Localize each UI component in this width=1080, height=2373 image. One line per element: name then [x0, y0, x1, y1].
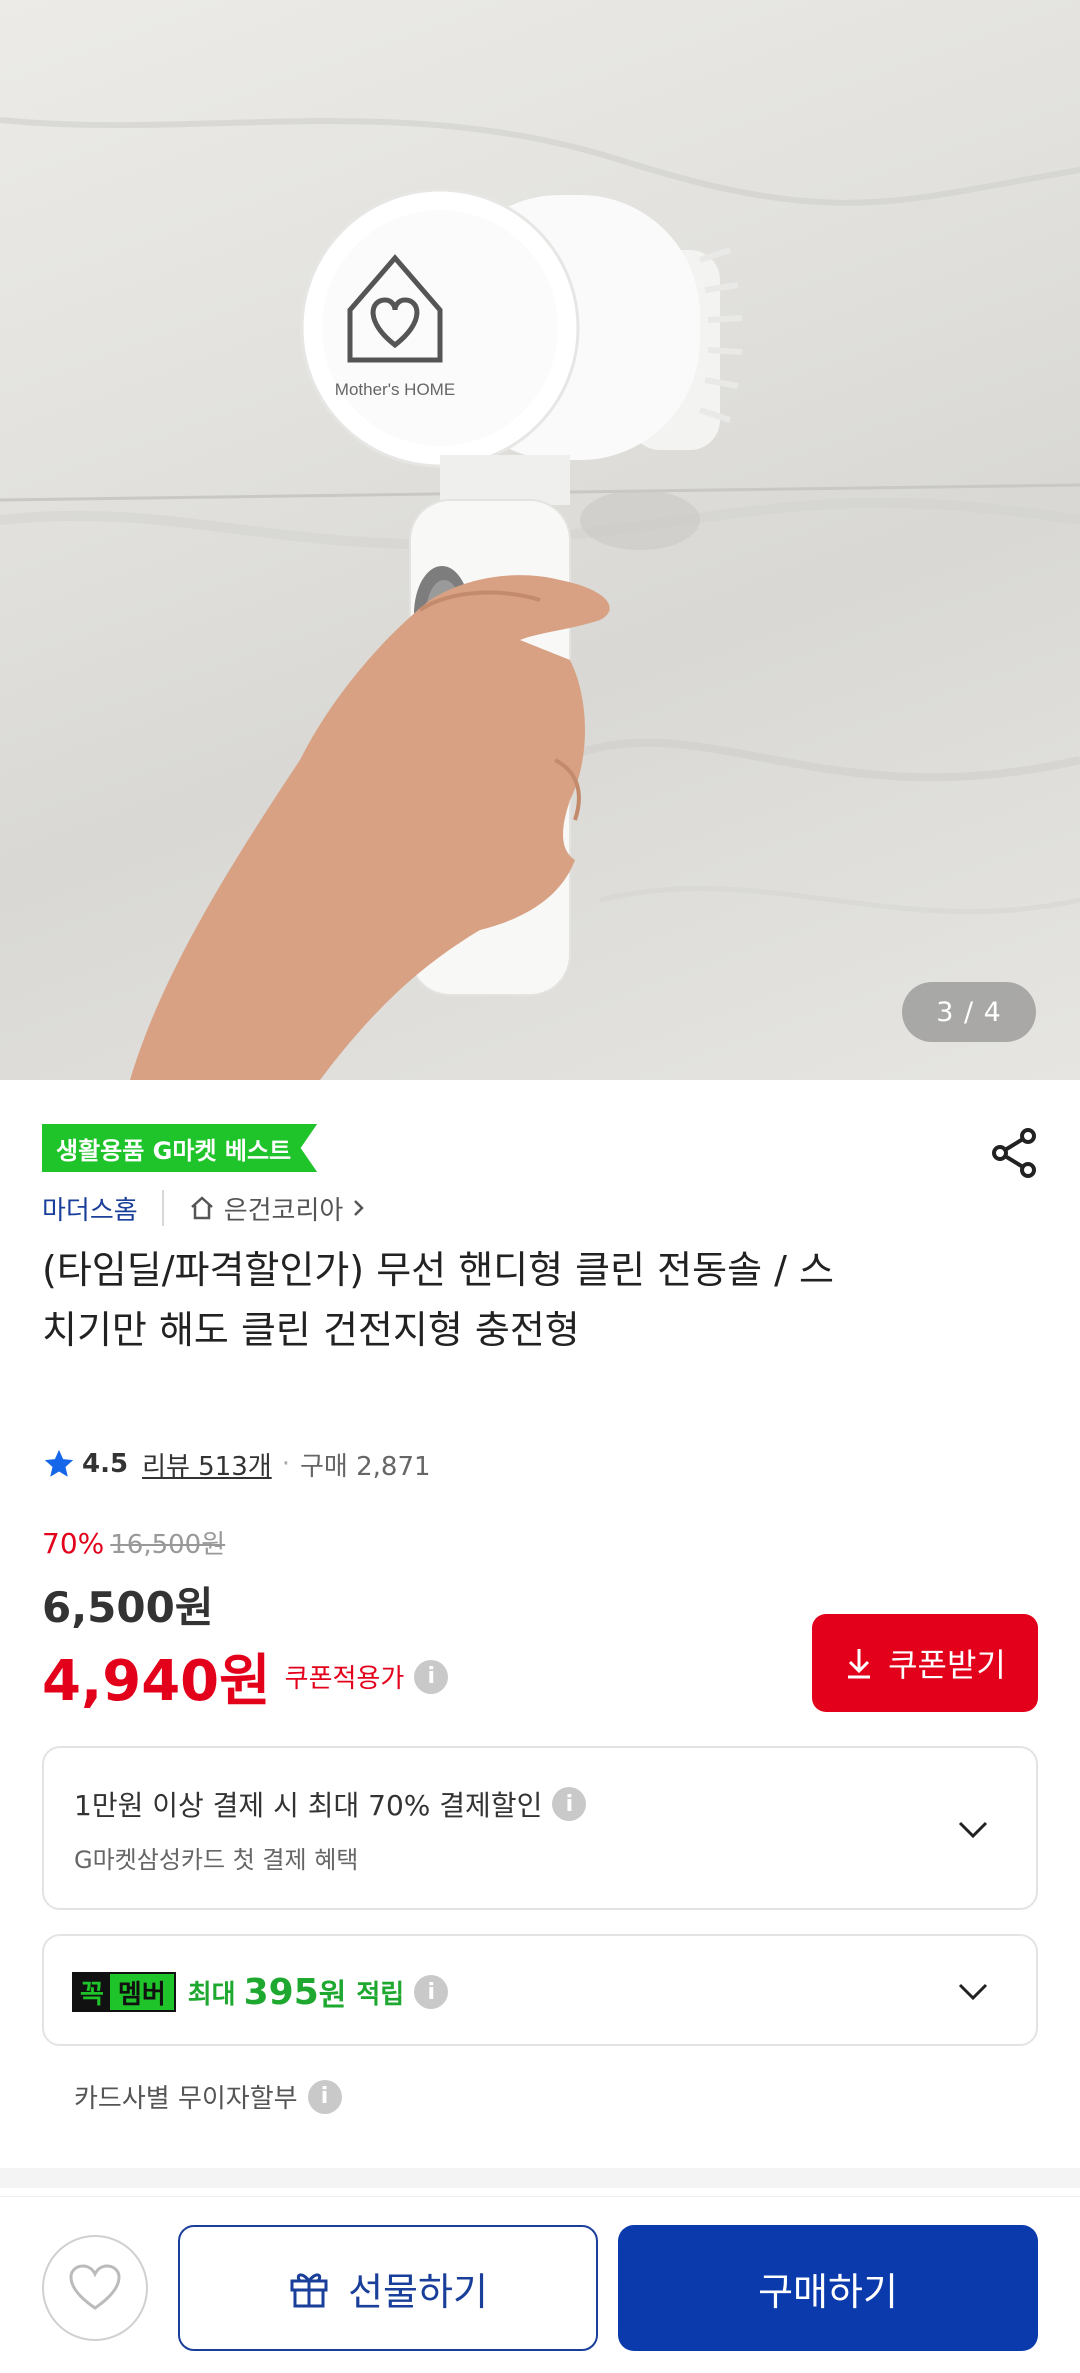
star-icon — [44, 1449, 74, 1477]
seller-name: 은건코리아 — [223, 1195, 344, 1226]
separator-dot: · — [281, 1449, 290, 1479]
info-icon[interactable]: i — [414, 1659, 449, 1694]
rating-score: 4.5 — [82, 1449, 129, 1479]
installment-text: 카드사별 무이자할부 — [74, 2084, 298, 2114]
sale-price: 6,500원 — [42, 1583, 214, 1632]
card-discount-text: 1만원 이상 결제 시 최대 70% 결제할인 — [74, 1789, 543, 1822]
member-logo: 꼭 멤버 — [72, 1972, 176, 2012]
gift-button[interactable]: 선물하기 — [178, 2225, 598, 2351]
brand-link[interactable]: 마더스홈 — [42, 1190, 138, 1227]
original-price: 16,500원 — [110, 1530, 226, 1560]
share-icon[interactable] — [988, 1126, 1042, 1180]
gift-icon — [290, 2273, 328, 2308]
discount-row: 70% 16,500원 — [42, 1524, 225, 1561]
product-title: (타임딜/파격할인가) 무선 핸디형 클린 전동솔 / 스치기만 해도 클린 건… — [42, 1248, 834, 1352]
section-divider — [0, 2168, 1080, 2188]
coupon-download-button[interactable]: 쿠폰받기 — [812, 1614, 1038, 1712]
chevron-right-icon — [354, 1200, 365, 1216]
member-points: 395 — [243, 1971, 319, 2013]
member-points-row: 꼭 멤버 최대 395 원 적립 i — [72, 1970, 449, 2014]
image-counter: 3 / 4 — [902, 982, 1036, 1042]
gift-button-label: 선물하기 — [348, 2269, 488, 2314]
installment-info[interactable]: 카드사별 무이자할부 i — [74, 2078, 342, 2115]
coupon-price-row: 4,940원 쿠폰적용가 i — [42, 1636, 449, 1717]
info-icon[interactable]: i — [414, 1975, 449, 2009]
product-logo-text: Mother's HOME — [335, 380, 455, 399]
member-max-label: 최대 — [187, 1979, 236, 2010]
rating-row: 4.5 리뷰 513개 · 구매 2,871 — [42, 1444, 431, 1484]
buy-button-label: 구매하기 — [758, 2269, 898, 2314]
coupon-price: 4,940원 — [42, 1649, 271, 1714]
card-discount-row: 1만원 이상 결제 시 최대 70% 결제할인 i — [74, 1784, 587, 1824]
download-icon — [848, 1649, 871, 1679]
chevron-down-icon[interactable] — [954, 1810, 992, 1848]
buy-button[interactable]: 구매하기 — [618, 2225, 1038, 2351]
brand-row: 마더스홈 은건코리아 — [42, 1188, 367, 1228]
card-discount-subtext: G마켓삼성카드 첫 결제 혜택 — [74, 1846, 359, 1874]
coupon-button-label: 쿠폰받기 — [888, 1646, 1006, 1684]
coupon-price-label: 쿠폰적용가 — [284, 1664, 405, 1694]
review-link[interactable]: 리뷰 513개 — [142, 1446, 272, 1483]
home-icon — [190, 1196, 213, 1220]
card-discount-panel[interactable]: 1만원 이상 결제 시 최대 70% 결제할인 i G마켓삼성카드 첫 결제 혜… — [42, 1746, 1038, 1910]
info-icon[interactable]: i — [307, 2079, 342, 2114]
member-points-unit: 원 — [318, 1978, 347, 2013]
bottom-action-bar: 선물하기 구매하기 — [0, 2196, 1080, 2373]
heart-icon — [69, 2264, 121, 2310]
member-logo-part-b: 멤버 — [109, 1974, 174, 2010]
best-badge: 생활용품 G마켓 베스트 — [42, 1124, 318, 1172]
info-icon[interactable]: i — [552, 1787, 587, 1821]
chevron-down-icon[interactable] — [954, 1972, 992, 2010]
product-photo-illustration: Mother's HOME — [0, 117, 1080, 1080]
member-logo-part-a: 꼭 — [74, 1974, 110, 2010]
wishlist-button[interactable] — [42, 2235, 148, 2341]
purchase-count: 구매 2,871 — [299, 1451, 431, 1482]
member-points-panel[interactable]: 꼭 멤버 최대 395 원 적립 i — [42, 1934, 1038, 2046]
discount-rate: 70% — [42, 1527, 105, 1560]
member-earn-label: 적립 — [356, 1979, 405, 2010]
seller-link[interactable]: 은건코리아 — [188, 1190, 368, 1227]
divider — [161, 1190, 164, 1226]
product-image[interactable]: Mother's HOME 3 / 4 — [0, 0, 1080, 1080]
